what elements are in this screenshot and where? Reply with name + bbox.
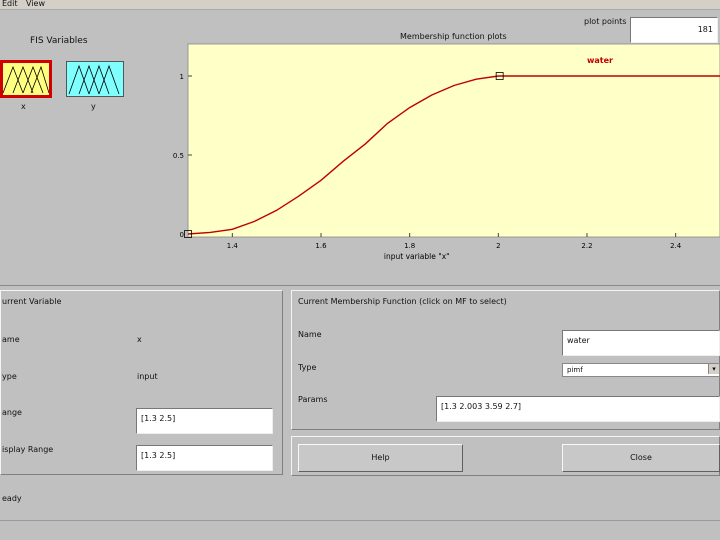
display-range-input[interactable]: [1.3 2.5]	[136, 445, 273, 471]
x-tick-label: 2	[496, 242, 500, 250]
x-tick-label: 1.6	[315, 242, 327, 250]
mf-type-select[interactable]: pimf ▾	[562, 363, 720, 377]
chevron-down-icon[interactable]: ▾	[708, 364, 719, 374]
menu-edit[interactable]: Edit	[2, 0, 18, 8]
cv-display-range-label: isplay Range	[2, 445, 54, 454]
membership-function-plot[interactable]: 1.4 1.6 1.8 2 2.2 2.4 0 0.5 1 water input variab…	[150, 40, 720, 270]
mf-name-input[interactable]: water	[562, 330, 720, 356]
plot-points-label: plot points	[584, 17, 627, 26]
cv-name-label: ame	[2, 335, 20, 344]
y-tick-label: 0.5	[173, 152, 184, 160]
triangle-mf-icon	[68, 64, 120, 95]
output-variable-label: y	[91, 102, 96, 111]
mf-params-input[interactable]: [1.3 2.003 3.59 2.7]	[436, 396, 720, 422]
cv-name-value: x	[137, 335, 142, 344]
x-tick-label: 2.2	[581, 242, 592, 250]
mf-name-label: Name	[298, 330, 322, 339]
y-tick-label: 0	[180, 231, 184, 239]
input-variable-x-icon[interactable]	[0, 60, 52, 98]
x-axis-label: input variable "x"	[384, 252, 450, 261]
status-divider	[0, 520, 720, 521]
input-variable-label: x	[21, 102, 26, 111]
fis-variables-title: FIS Variables	[30, 36, 88, 46]
cv-range-label: ange	[2, 408, 22, 417]
x-tick-label: 2.4	[670, 242, 682, 250]
help-button[interactable]: Help	[298, 444, 463, 472]
menu-view[interactable]: View	[26, 0, 45, 8]
output-variable-y-icon[interactable]	[66, 61, 124, 97]
cv-type-label: ype	[2, 372, 17, 381]
triangle-mf-icon	[2, 65, 50, 94]
mf-type-value: pimf	[567, 366, 583, 374]
plot-area	[187, 43, 720, 238]
x-tick-label: 1.4	[227, 242, 239, 250]
current-mf-title: Current Membership Function (click on MF…	[298, 297, 507, 306]
divider	[0, 285, 720, 286]
menu-bar: Edit View	[0, 0, 720, 10]
range-input[interactable]: [1.3 2.5]	[136, 408, 273, 434]
mf-params-label: Params	[298, 395, 328, 404]
close-button[interactable]: Close	[562, 444, 720, 472]
series-label-water: water	[587, 56, 613, 65]
x-tick-label: 1.8	[404, 242, 415, 250]
current-variable-title: urrent Variable	[2, 297, 62, 306]
cv-type-value: input	[137, 372, 158, 381]
mf-type-label: Type	[298, 363, 317, 372]
y-tick-label: 1	[180, 73, 184, 81]
status-text: eady	[2, 494, 22, 503]
